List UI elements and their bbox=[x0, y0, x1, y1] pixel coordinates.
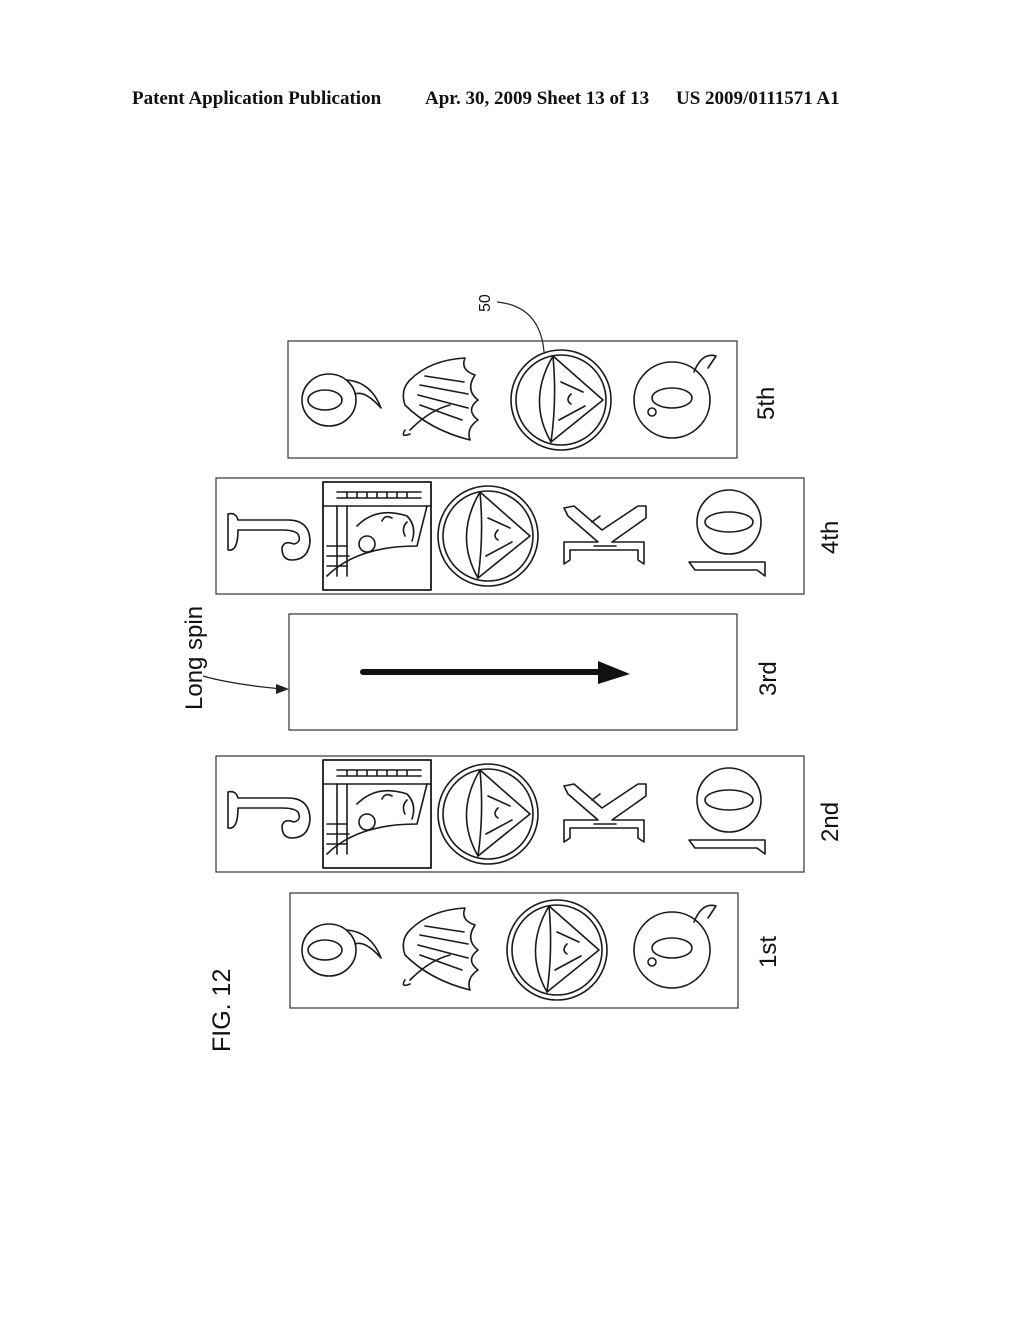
reference-numeral-50: 50 bbox=[477, 294, 494, 312]
long-spin-leader-line bbox=[202, 675, 283, 690]
reel-1st: 1st bbox=[289, 892, 782, 1009]
reel-3rd: 3rd bbox=[288, 613, 782, 731]
reel-4th: 4th bbox=[215, 477, 844, 595]
reel-label-4th: 4th bbox=[817, 521, 844, 554]
reel-label-2nd: 2nd bbox=[817, 802, 844, 842]
reel-label-3rd: 3rd bbox=[755, 661, 782, 696]
figure-12-drawing: FIG. 12 1st 2nd 3rd Long spin 4th 5th 50 bbox=[181, 294, 844, 1052]
reel-5th: 5th bbox=[287, 340, 780, 459]
reel-4th-frame bbox=[215, 477, 805, 595]
long-spin-arrowhead-icon bbox=[276, 684, 289, 694]
long-spin-label: Long spin bbox=[181, 606, 208, 710]
reel-label-1st: 1st bbox=[755, 936, 782, 968]
reel-1st-frame bbox=[289, 892, 739, 1009]
reel-2nd-frame bbox=[215, 755, 805, 873]
figure-label: FIG. 12 bbox=[208, 969, 236, 1052]
reel-2nd: 2nd bbox=[215, 755, 844, 873]
reel-label-5th: 5th bbox=[753, 387, 780, 420]
